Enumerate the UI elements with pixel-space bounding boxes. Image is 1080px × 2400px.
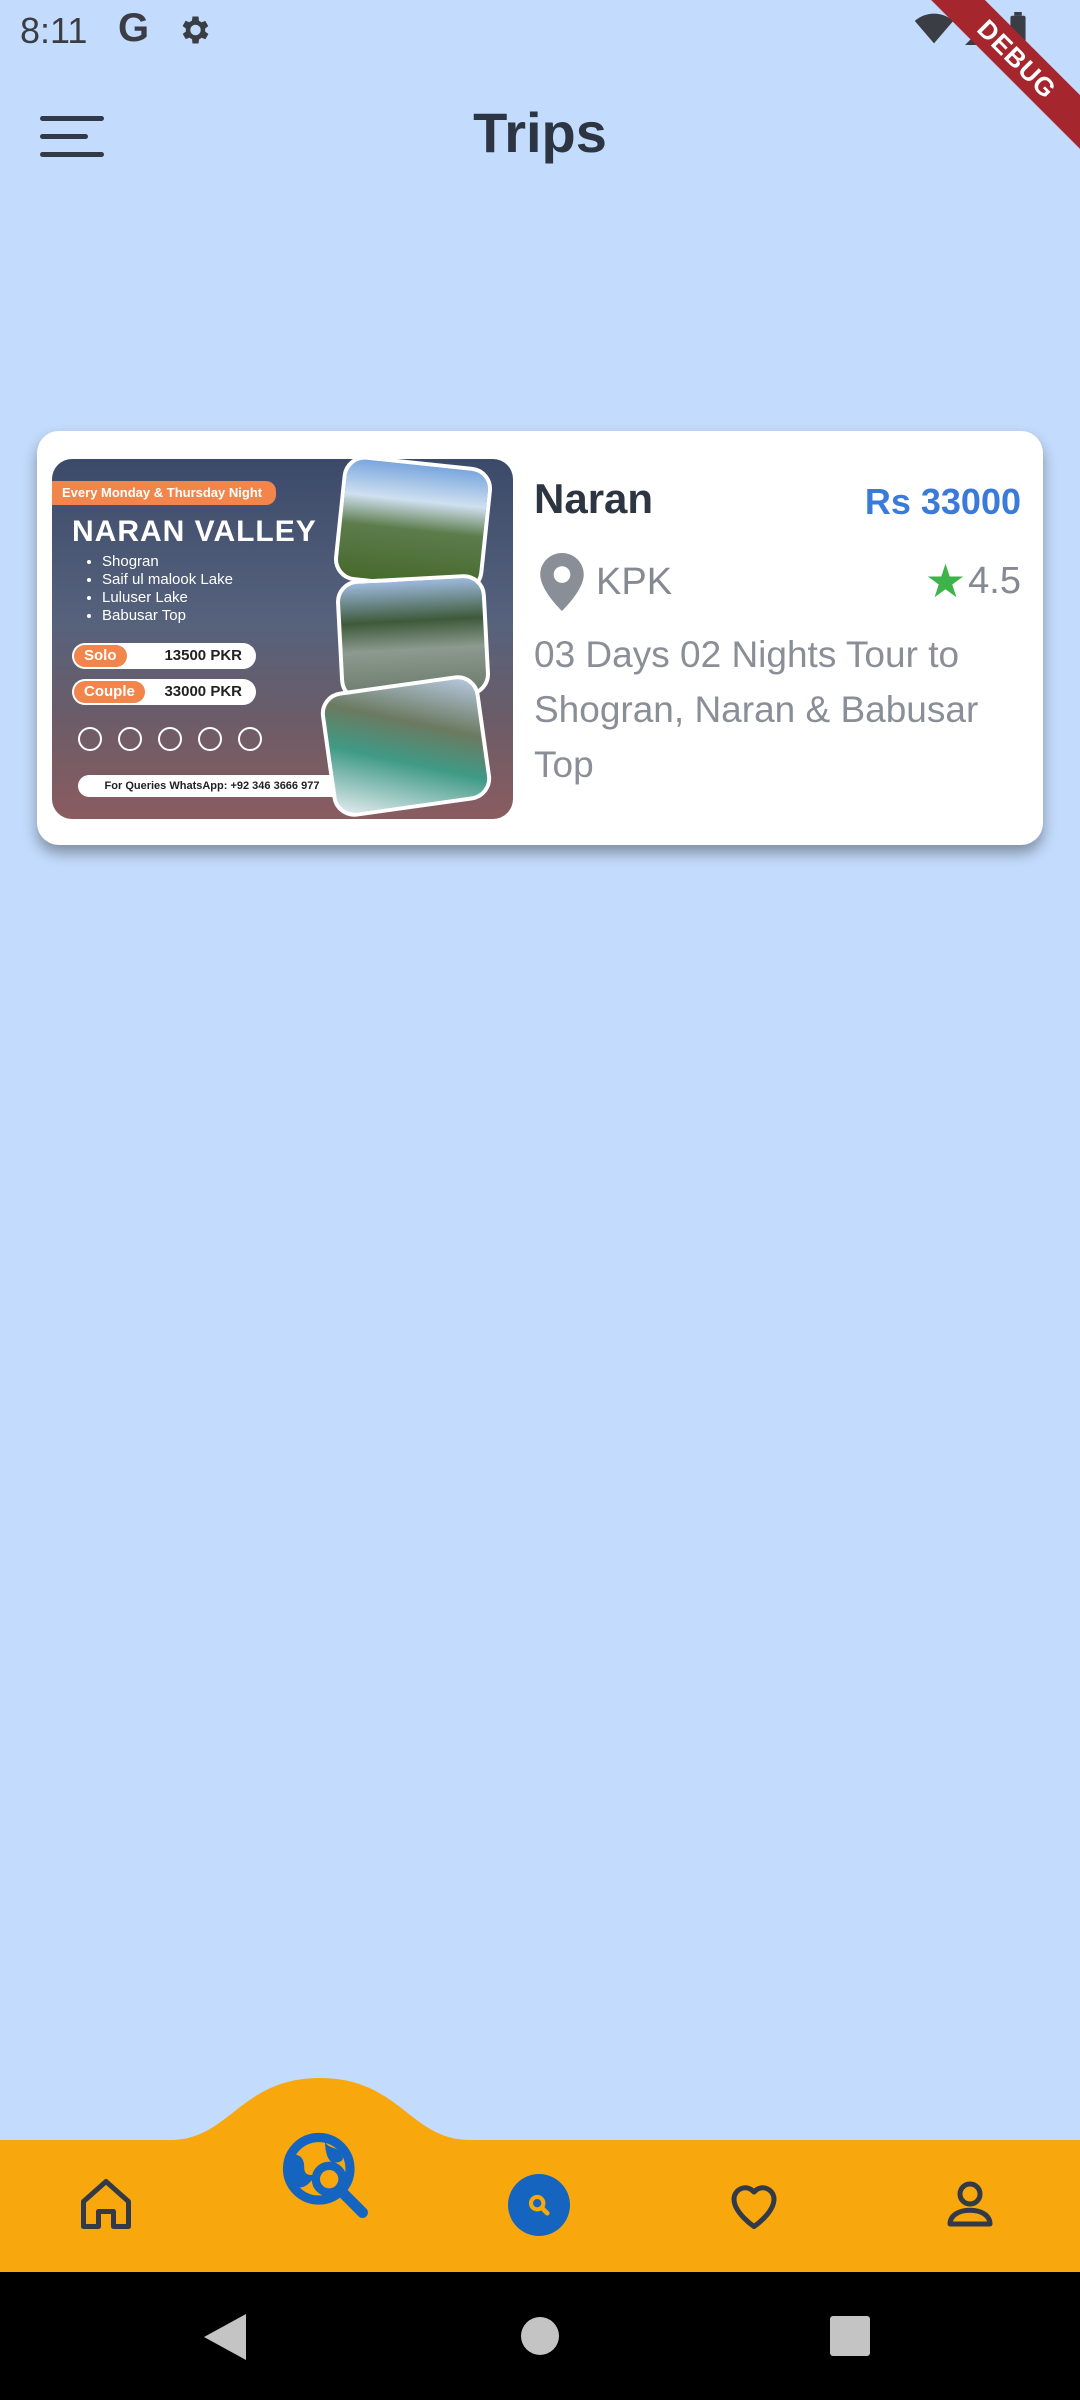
- home-icon: [81, 2179, 131, 2229]
- poster-tag: Every Monday & Thursday Night: [52, 481, 277, 505]
- nav-bar-notch: [0, 2078, 1080, 2272]
- poster-couple-amount: 33000 PKR: [164, 683, 242, 700]
- nav-search[interactable]: [508, 2174, 570, 2236]
- poster-amenity-icons: [78, 727, 262, 751]
- google-icon: G: [118, 6, 150, 50]
- bus-icon: [78, 727, 102, 751]
- explore-icon: [282, 2132, 368, 2218]
- poster-couple-price: Couple 33000 PKR: [72, 679, 256, 705]
- trip-description: 03 Days 02 Nights Tour to Shogran, Naran…: [534, 634, 979, 785]
- recents-icon[interactable]: [830, 2316, 870, 2356]
- hotel-icon: [118, 727, 142, 751]
- nav-profile[interactable]: [940, 2174, 1000, 2239]
- poster-photo: [318, 672, 494, 819]
- trip-region: KPK: [596, 561, 673, 603]
- star-icon: ★: [924, 555, 967, 607]
- back-icon[interactable]: [204, 2314, 246, 2360]
- meal-icon: [158, 727, 182, 751]
- poster-stop: Saif ul malook Lake: [102, 571, 233, 589]
- trip-price: Rs 33000: [864, 481, 1021, 522]
- nav-home[interactable]: [76, 2174, 136, 2239]
- poster-stop: Shogran: [102, 553, 233, 571]
- trip-image: Every Monday & Thursday Night NARAN VALL…: [52, 459, 513, 819]
- bottom-navigation: [0, 2070, 1080, 2272]
- trip-card[interactable]: Every Monday & Thursday Night NARAN VALL…: [37, 431, 1043, 845]
- status-bar: 8:11 G: [0, 0, 1080, 64]
- poster-couple-label: Couple: [74, 681, 145, 703]
- location-pin-icon: [540, 553, 584, 611]
- search-icon: [528, 2194, 550, 2216]
- profile-icon: [947, 2181, 993, 2227]
- poster-stop: Babusar Top: [102, 607, 233, 625]
- nav-explore[interactable]: [275, 2125, 375, 2230]
- page-title: Trips: [473, 101, 607, 164]
- poster-contact: For Queries WhatsApp: +92 346 3666 977: [78, 775, 346, 797]
- status-time: 8:11: [20, 10, 88, 51]
- poster-solo-price: Solo 13500 PKR: [72, 643, 256, 669]
- home-circle-icon[interactable]: [520, 2316, 560, 2356]
- poster-stops: Shogran Saif ul malook Lake Luluser Lake…: [102, 553, 233, 625]
- poster-solo-amount: 13500 PKR: [164, 647, 242, 664]
- settings-gear-icon: [182, 16, 209, 44]
- rating-value: 4.5: [968, 559, 1021, 602]
- app-bar: Trips: [0, 64, 1080, 206]
- poster-solo-label: Solo: [74, 645, 127, 667]
- trip-name: Naran: [534, 475, 654, 522]
- trip-rating: ★ 4.5: [924, 555, 1021, 607]
- system-navigation-bar: [0, 2272, 1080, 2400]
- poster-title: NARAN VALLEY: [72, 515, 317, 548]
- favorites-icon: [731, 2185, 777, 2229]
- poster-stop: Luluser Lake: [102, 589, 233, 607]
- guide-icon: [198, 727, 222, 751]
- bonfire-icon: [238, 727, 262, 751]
- nav-favorites[interactable]: [724, 2174, 784, 2239]
